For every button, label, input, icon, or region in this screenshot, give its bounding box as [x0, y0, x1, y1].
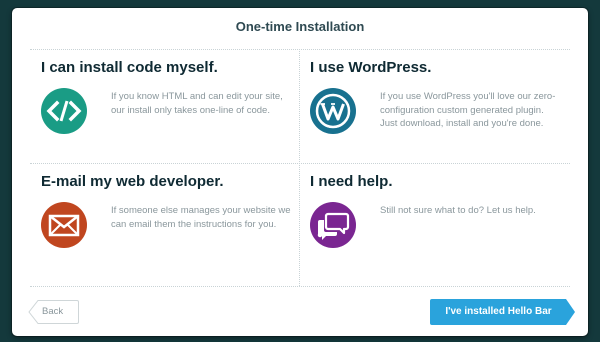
option-description: Still not sure what to do? Let us help. — [380, 205, 536, 216]
chat-bubbles-icon — [310, 202, 356, 248]
option-email-developer[interactable]: E-mail my web developer. If someone else… — [41, 173, 306, 278]
option-description: If someone else manages your website we … — [111, 205, 291, 230]
divider-bottom — [30, 286, 570, 287]
option-title: E-mail my web developer. — [41, 173, 224, 190]
option-need-help[interactable]: I need help. Still not sure what to do? … — [310, 173, 575, 278]
divider-middle — [30, 163, 570, 164]
installed-hello-bar-button[interactable]: I've installed Hello Bar — [430, 299, 575, 325]
option-title: I use WordPress. — [310, 59, 432, 76]
installed-label: I've installed Hello Bar — [445, 306, 552, 317]
back-button[interactable]: Back — [28, 300, 79, 324]
option-description: If you use WordPress you'll love our zer… — [380, 91, 556, 129]
wordpress-icon — [310, 88, 356, 134]
modal-title: One-time Installation — [235, 19, 365, 34]
installation-modal: One-time Installation I can install code… — [12, 8, 588, 336]
option-title: I need help. — [310, 173, 393, 190]
back-label: Back — [42, 306, 64, 317]
envelope-icon — [41, 202, 87, 248]
option-title: I can install code myself. — [41, 59, 218, 76]
divider-top — [30, 49, 570, 50]
code-icon — [41, 88, 87, 134]
option-description: If you know HTML and can edit your site,… — [111, 91, 283, 116]
option-wordpress[interactable]: I use WordPress. If you use WordPress yo… — [310, 59, 575, 154]
option-install-myself[interactable]: I can install code myself. If you know H… — [41, 59, 306, 154]
